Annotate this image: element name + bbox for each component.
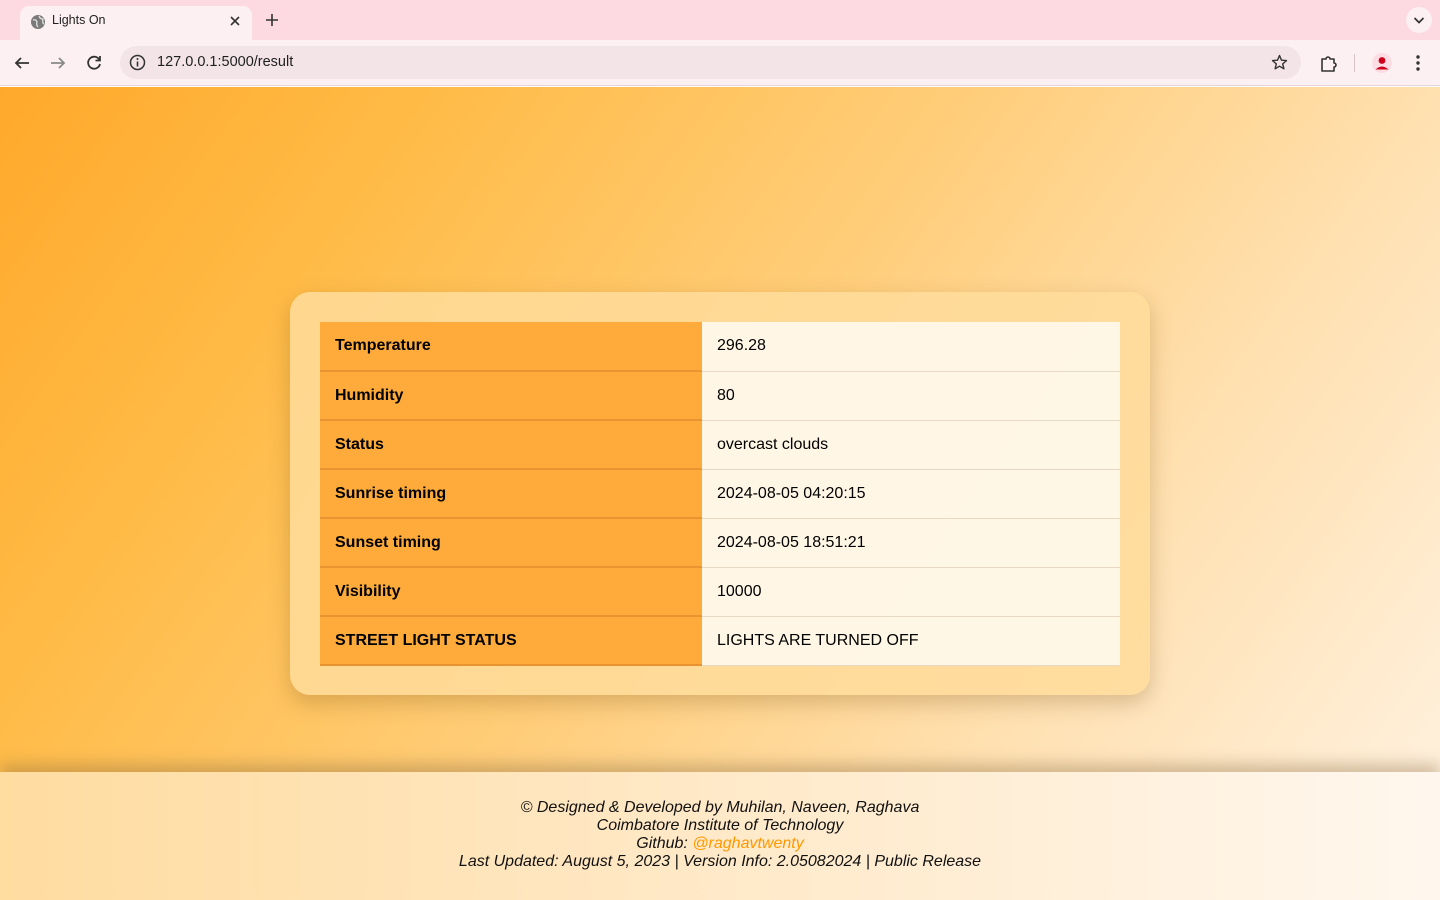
plus-icon[interactable]: [262, 10, 282, 30]
back-arrow-icon[interactable]: [10, 51, 34, 75]
tab-title: Lights On: [52, 13, 106, 27]
weather-table: Temperature 296.28 Humidity 80 Status overcas…: [320, 322, 1120, 666]
row-label: STREET LIGHT STATUS: [320, 616, 702, 666]
page-content: Temperature 296.28 Humidity 80 Status overcas…: [0, 87, 1440, 900]
row-value: 80: [702, 371, 1120, 421]
kebab-menu-icon[interactable]: [1407, 52, 1429, 74]
browser-toolbar: 127.0.0.1:5000/result: [0, 40, 1440, 86]
row-label: Sunset timing: [320, 518, 702, 568]
row-value: 2024-08-05 04:20:15: [702, 469, 1120, 519]
address-bar[interactable]: 127.0.0.1:5000/result: [120, 46, 1301, 79]
table-row: Status overcast clouds: [320, 420, 1120, 470]
table-row: Sunset timing 2024-08-05 18:51:21: [320, 518, 1120, 568]
row-label: Sunrise timing: [320, 469, 702, 519]
table-row: Temperature 296.28: [320, 322, 1120, 372]
table-row: Humidity 80: [320, 371, 1120, 421]
toolbar-separator: [1354, 54, 1355, 72]
reload-icon[interactable]: [82, 51, 106, 75]
footer-institute: Coimbatore Institute of Technology: [596, 817, 844, 834]
footer-credits: © Designed & Developed by Muhilan, Navee…: [520, 799, 920, 816]
row-label: Humidity: [320, 371, 702, 421]
footer-version: Last Updated: August 5, 2023 | Version I…: [458, 853, 982, 870]
weather-card: Temperature 296.28 Humidity 80 Status overcas…: [290, 292, 1150, 695]
close-icon[interactable]: [226, 12, 244, 30]
tab-strip: Lights On: [0, 0, 1440, 40]
github-prefix: Github:: [636, 835, 693, 852]
row-value: 296.28: [702, 322, 1120, 372]
table-row: STREET LIGHT STATUS LIGHTS ARE TURNED OFF: [320, 616, 1120, 666]
table-row: Sunrise timing 2024-08-05 04:20:15: [320, 469, 1120, 519]
star-icon[interactable]: [1270, 53, 1289, 72]
footer-github: Github: @raghavtwenty: [0, 835, 1440, 853]
extensions-icon[interactable]: [1318, 52, 1340, 74]
profile-icon[interactable]: [1371, 52, 1393, 74]
row-value: LIGHTS ARE TURNED OFF: [702, 616, 1120, 666]
footer: © Designed & Developed by Muhilan, Navee…: [0, 772, 1440, 900]
url-text[interactable]: 127.0.0.1:5000/result: [157, 54, 293, 70]
info-icon[interactable]: [128, 53, 147, 72]
row-value: 2024-08-05 18:51:21: [702, 518, 1120, 568]
chevron-down-icon[interactable]: [1406, 7, 1432, 33]
table-row: Visibility 10000: [320, 567, 1120, 617]
row-value: 10000: [702, 567, 1120, 617]
row-label: Status: [320, 420, 702, 470]
row-label: Temperature: [320, 322, 702, 372]
forward-arrow-icon[interactable]: [46, 51, 70, 75]
browser-tab[interactable]: Lights On: [20, 6, 252, 40]
globe-icon: [30, 14, 46, 30]
row-value: overcast clouds: [702, 420, 1120, 470]
github-link[interactable]: @raghavtwenty: [692, 835, 803, 852]
row-label: Visibility: [320, 567, 702, 617]
